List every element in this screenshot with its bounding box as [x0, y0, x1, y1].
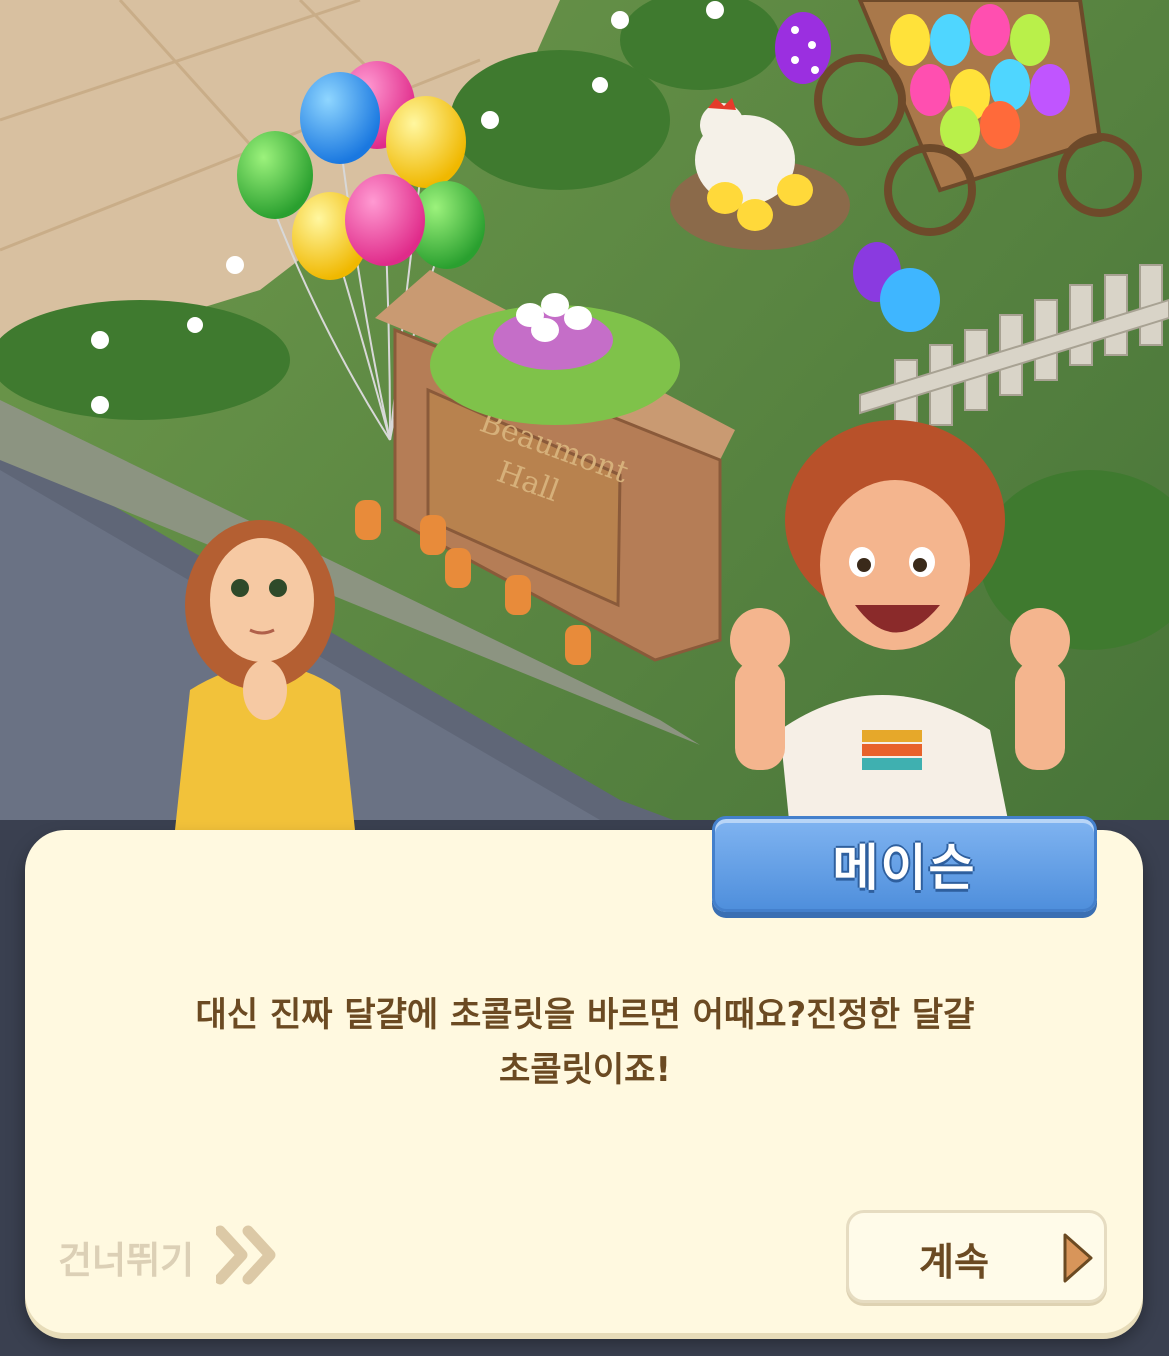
- speaker-name: 메이슨: [832, 839, 977, 897]
- dialog-line-2: 초콜릿이죠!: [499, 1050, 671, 1090]
- dialog-text: 대신 진짜 달걀에 초콜릿을 바르면 어때요?진정한 달걀 초콜릿이죠!: [100, 988, 1070, 1098]
- continue-label: 계속: [919, 1240, 989, 1284]
- skip-label: 건너뛰기: [58, 1239, 195, 1282]
- double-chevron-right-icon: [214, 1225, 280, 1289]
- skip-button[interactable]: 건너뛰기: [58, 1222, 280, 1292]
- speaker-name-tag: 메이슨: [712, 816, 1097, 912]
- play-arrow-icon: [1061, 1231, 1095, 1289]
- continue-button[interactable]: 계속: [846, 1210, 1107, 1303]
- dialog-line-1: 대신 진짜 달걀에 초콜릿을 바르면 어때요?진정한 달걀: [195, 995, 975, 1035]
